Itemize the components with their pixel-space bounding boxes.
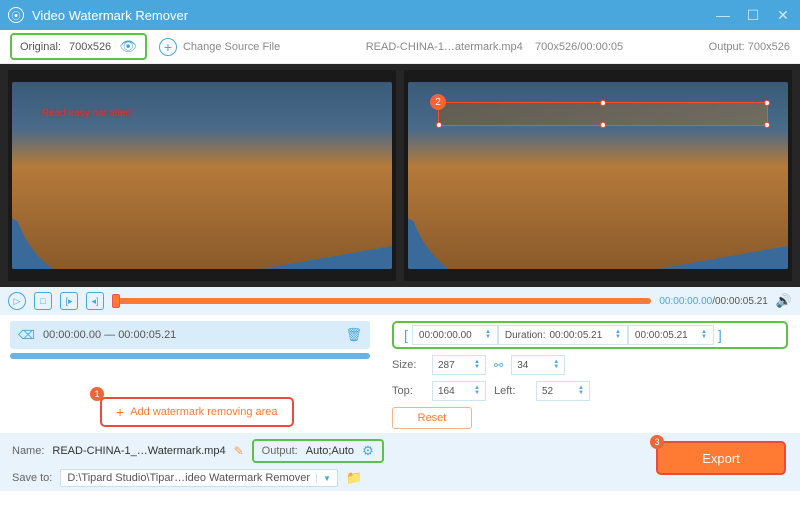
resize-handle[interactable] [436,122,442,128]
top-label: Top: [392,385,424,397]
spinner-icon[interactable]: ▲▼ [615,330,621,340]
plus-icon: + [116,404,124,420]
output-format-value: Auto;Auto [306,445,354,457]
output-label: Output: [709,41,745,53]
watermark-selection-box[interactable] [438,102,768,126]
spinner-icon[interactable]: ▲▼ [474,360,480,370]
top-input[interactable]: 164 ▲▼ [432,381,486,401]
resize-handle[interactable] [600,122,606,128]
spinner-icon[interactable]: ▲▼ [578,386,584,396]
plus-icon: + [159,38,177,56]
titlebar: ⦿ Video Watermark Remover — ☐ ✕ [0,0,800,30]
annotation-marker-1: 1 [90,387,104,401]
segment-item[interactable]: ⌫ 00:00:00.00 — 00:00:05.21 🗑 [10,321,370,349]
original-dimensions-box: Original: 700x526 👁 [10,33,147,60]
segment-track[interactable] [10,353,370,359]
width-input[interactable]: 287 ▲▼ [432,355,486,375]
video-frame-original: Read easy not alter! [12,82,392,269]
segment-range: 00:00:00.00 — 00:00:05.21 [43,329,176,341]
app-title: Video Watermark Remover [32,8,714,23]
mark-in-button[interactable]: [▸ [60,292,78,310]
properties-panel: [ 00:00:00.00 ▲▼ Duration:00:00:05.21 ▲▼… [380,315,800,433]
original-dimensions: 700x526 [69,41,111,53]
save-to-label: Save to: [12,472,52,484]
segment-panel: ⌫ 00:00:00.00 — 00:00:05.21 🗑 1 + Add wa… [0,315,380,433]
file-info: READ-CHINA-1…atermark.mp4 700x526/00:00:… [292,41,696,53]
link-aspect-icon[interactable]: ⚯ [494,359,503,372]
bracket-left-icon[interactable]: [ [400,327,412,343]
left-input[interactable]: 52 ▲▼ [536,381,590,401]
name-label: Name: [12,445,44,457]
left-label: Left: [494,385,528,397]
app-logo-icon: ⦿ [8,7,24,23]
delete-segment-icon[interactable]: 🗑 [345,327,362,343]
video-frame-output: 2 [408,82,788,269]
playbar: ▷ □ [▸ ◂] 00:00:00.00/00:00:05.21 🔊 [0,287,800,315]
preview-output[interactable]: 2 [404,70,792,281]
eraser-icon: ⌫ [18,328,35,342]
timeline-slider[interactable] [112,298,651,304]
change-source-button[interactable]: + Change Source File [159,38,280,56]
chevron-down-icon[interactable]: ▼ [316,474,331,483]
mid-section: ⌫ 00:00:00.00 — 00:00:05.21 🗑 1 + Add wa… [0,315,800,433]
time-range-row: [ 00:00:00.00 ▲▼ Duration:00:00:05.21 ▲▼… [392,321,788,349]
output-name: READ-CHINA-1_…Watermark.mp4 [52,445,225,457]
maximize-button[interactable]: ☐ [744,6,762,24]
spinner-icon[interactable]: ▲▼ [701,330,707,340]
eye-icon[interactable]: 👁 [119,38,137,55]
open-folder-icon[interactable]: 📁 [346,470,362,486]
save-path-dropdown[interactable]: D:\Tipard Studio\Tipar…ideo Watermark Re… [60,469,338,487]
stop-button[interactable]: □ [34,292,52,310]
annotation-marker-2: 2 [430,94,446,110]
minimize-button[interactable]: — [714,6,732,24]
time-display: 00:00:00.00/00:00:05.21 [659,296,767,307]
start-time-input[interactable]: 00:00:00.00 ▲▼ [412,325,498,345]
toolbar: Original: 700x526 👁 + Change Source File… [0,30,800,64]
end-time-input[interactable]: 00:00:05.21 ▲▼ [628,325,714,345]
original-label: Original: [20,41,61,53]
height-input[interactable]: 34 ▲▼ [511,355,565,375]
output-dimensions-box: Output: 700x526 [709,41,790,53]
watermark-sample-text: Read easy not alter! [42,108,132,119]
footer: Name: READ-CHINA-1_…Watermark.mp4 ✎ Outp… [0,433,800,491]
current-time: 00:00:00.00 [659,296,712,307]
volume-icon[interactable]: 🔊 [776,293,792,309]
gear-icon[interactable]: ⚙ [362,443,374,459]
output-dimensions: 700x526 [748,41,790,53]
spinner-icon[interactable]: ▲▼ [553,360,559,370]
reset-button[interactable]: Reset [392,407,472,429]
save-path-value: D:\Tipard Studio\Tipar…ideo Watermark Re… [67,472,310,484]
spinner-icon[interactable]: ▲▼ [474,386,480,396]
output-format-label: Output: [262,445,298,457]
add-watermark-area-button[interactable]: + Add watermark removing area [100,397,294,427]
play-button[interactable]: ▷ [8,292,26,310]
preview-original: Read easy not alter! [8,70,396,281]
total-time: 00:00:05.21 [715,296,768,307]
filename: READ-CHINA-1…atermark.mp4 [366,41,523,53]
annotation-marker-3: 3 [650,435,664,449]
preview-area: Read easy not alter! 2 [0,64,800,287]
add-area-label: Add watermark removing area [130,406,277,418]
export-button[interactable]: Export [656,441,786,475]
resize-handle[interactable] [764,122,770,128]
resize-handle[interactable] [600,100,606,106]
spinner-icon[interactable]: ▲▼ [485,330,491,340]
file-meta: 700x526/00:00:05 [535,41,623,53]
size-label: Size: [392,359,424,371]
duration-input[interactable]: Duration:00:00:05.21 ▲▼ [498,325,628,345]
bracket-right-icon[interactable]: ] [714,327,726,343]
output-format-box: Output: Auto;Auto ⚙ [252,439,384,463]
edit-name-icon[interactable]: ✎ [234,444,244,458]
mark-out-button[interactable]: ◂] [86,292,104,310]
change-source-label: Change Source File [183,41,280,53]
resize-handle[interactable] [764,100,770,106]
timeline-thumb[interactable] [112,294,120,308]
close-button[interactable]: ✕ [774,6,792,24]
